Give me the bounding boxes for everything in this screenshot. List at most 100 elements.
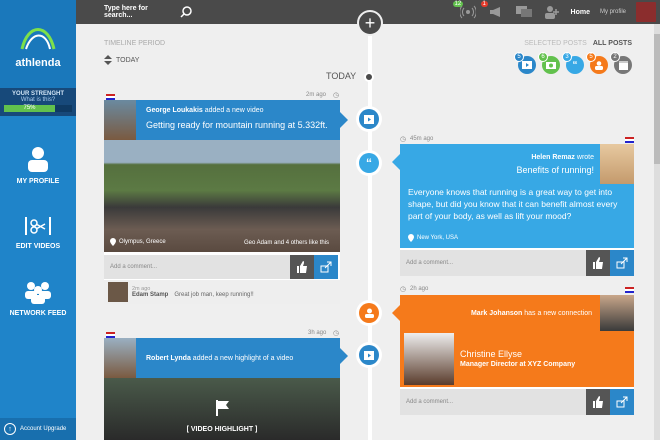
like-button[interactable] (290, 255, 314, 279)
strength-help-link[interactable]: What is this? (4, 97, 72, 103)
author-avatar[interactable] (104, 338, 136, 378)
post-photo[interactable] (104, 140, 340, 252)
messages-button[interactable] (515, 3, 533, 21)
post-action: added a new highlight of a video (190, 354, 294, 362)
filter-selected-posts[interactable]: SELECTED POSTS (524, 40, 587, 47)
post-header-line: Robert Lynda added a new highlight of a … (136, 355, 293, 362)
my-profile-link[interactable]: My profile (600, 9, 626, 15)
comment-content: 2m ago Edam Stamp Great job man, keep run… (132, 286, 254, 298)
quote-icon: “ (359, 153, 379, 173)
post-header-line: Helen Remaz wrote (531, 154, 594, 161)
author-avatar[interactable] (104, 100, 136, 140)
video-icon (364, 350, 374, 360)
add-friend-button[interactable] (543, 3, 561, 21)
filter-photo[interactable]: 6 (538, 52, 560, 74)
filter-quote[interactable]: 3 “ (562, 52, 584, 74)
post-time: 2m ago (306, 92, 327, 98)
author-avatar[interactable] (600, 295, 634, 331)
clock-icon: ◷ (400, 286, 407, 293)
account-upgrade-button[interactable]: ↑ Account Upgrade (0, 418, 76, 440)
comment-row: 2m ago Edam Stamp Great job man, keep run… (104, 280, 340, 304)
comment-text: Great job man, keep running!! (174, 292, 254, 298)
plus-icon: + (364, 12, 376, 33)
filter-connection[interactable]: 5 (586, 52, 608, 74)
like-button[interactable] (586, 250, 610, 276)
timeline-node-quote[interactable]: “ (356, 150, 382, 176)
post-pointer (392, 305, 400, 321)
thumbs-up-icon (593, 396, 603, 408)
timeline-node-video[interactable] (356, 342, 382, 368)
post-author[interactable]: Helen Remaz (531, 154, 575, 161)
thumbs-up-icon (593, 257, 603, 269)
author-avatar[interactable] (600, 144, 634, 184)
post-action: wrote (574, 154, 594, 161)
comment-input[interactable]: Add a comment... (104, 255, 290, 279)
share-button[interactable] (314, 255, 338, 279)
filter-video[interactable]: 5 (514, 52, 536, 74)
share-button[interactable] (610, 389, 634, 415)
filter-all-posts[interactable]: ALL POSTS (593, 40, 632, 47)
scrollbar-thumb[interactable] (654, 34, 660, 164)
flag-icon (625, 287, 634, 293)
like-button[interactable] (586, 389, 610, 415)
post-location: New York, USA (408, 234, 458, 242)
avatar[interactable] (636, 2, 656, 22)
clock-icon: ◷ (333, 330, 340, 337)
nav-my-profile-label: MY PROFILE (16, 178, 60, 185)
connection-name[interactable]: Christine Ellyse (460, 349, 522, 359)
flag-marker-icon (216, 400, 229, 416)
strength-fill: 75% (4, 105, 55, 112)
nav-edit-videos-label: EDIT VIDEOS (15, 243, 61, 250)
post-author[interactable]: Mark Johanson (471, 310, 522, 317)
filter-icons: 5 6 3 “ 5 2 (514, 52, 632, 74)
home-link[interactable]: Home (571, 9, 590, 16)
timeline-period-label: TIMELINE PERIOD (104, 40, 166, 47)
timeline-period-value: TODAY (116, 56, 140, 64)
post-title: Getting ready for mountain running at 5.… (146, 120, 328, 130)
post-body: Everyone knows that running is a great w… (408, 187, 618, 221)
node-inner (359, 303, 379, 323)
search-icon[interactable] (180, 6, 192, 18)
signal-button[interactable]: 12 (452, 1, 477, 21)
share-icon (320, 261, 332, 273)
add-post-button[interactable]: + (357, 10, 383, 36)
timeline-node-video[interactable] (356, 106, 382, 132)
connection-avatar[interactable] (404, 333, 454, 385)
nav-network-feed[interactable]: NETWORK FEED (0, 280, 76, 317)
strength-bar: 75% (4, 105, 72, 112)
post-author[interactable]: Robert Lynda (146, 355, 191, 362)
timeline-period-select[interactable]: TODAY (104, 55, 139, 65)
account-upgrade-label: Account Upgrade (20, 426, 67, 432)
timeline-node-connection[interactable] (356, 300, 382, 326)
comment-input[interactable]: Add a comment... (400, 389, 586, 415)
post-header: Robert Lynda added a new highlight of a … (136, 338, 340, 378)
post-card-quote: Helen Remaz wrote Benefits of running! E… (400, 144, 634, 276)
search-input[interactable]: Type here for search... (104, 5, 174, 19)
commenter-avatar[interactable] (108, 282, 128, 302)
post-card-highlight: Robert Lynda added a new highlight of a … (104, 338, 340, 440)
filter-event[interactable]: 2 (610, 52, 632, 74)
node-inner (359, 109, 379, 129)
post-filters: SELECTED POSTS ALL POSTS (524, 40, 632, 47)
nav-my-profile[interactable]: MY PROFILE (0, 146, 76, 185)
post-pointer (340, 112, 348, 128)
post-location-text: New York, USA (417, 235, 459, 241)
thumbs-up-icon (297, 261, 307, 273)
filter-quote-count: 3 (562, 52, 572, 62)
nav-edit-videos[interactable]: EDIT VIDEOS (0, 215, 76, 250)
post-time: 2h ago (410, 286, 429, 292)
chat-icon (515, 6, 532, 17)
share-button[interactable] (610, 250, 634, 276)
alert-button[interactable]: 1 (480, 1, 505, 21)
post-author[interactable]: George Loukakis (146, 107, 203, 114)
person-icon (28, 147, 48, 172)
calendar-icon (618, 60, 628, 70)
scrollbar[interactable] (654, 24, 660, 440)
highlight-label: [ VIDEO HIGHLIGHT ] (186, 426, 258, 433)
logo[interactable]: athlenda (0, 0, 76, 88)
post-header-line: Mark Johanson has a new connection (471, 310, 592, 317)
comment-input[interactable]: Add a comment... (400, 250, 586, 276)
commenter-name[interactable]: Edam Stamp (132, 292, 168, 298)
post-likes[interactable]: Geo Adam and 4 others like this (244, 240, 329, 246)
node-inner (359, 345, 379, 365)
